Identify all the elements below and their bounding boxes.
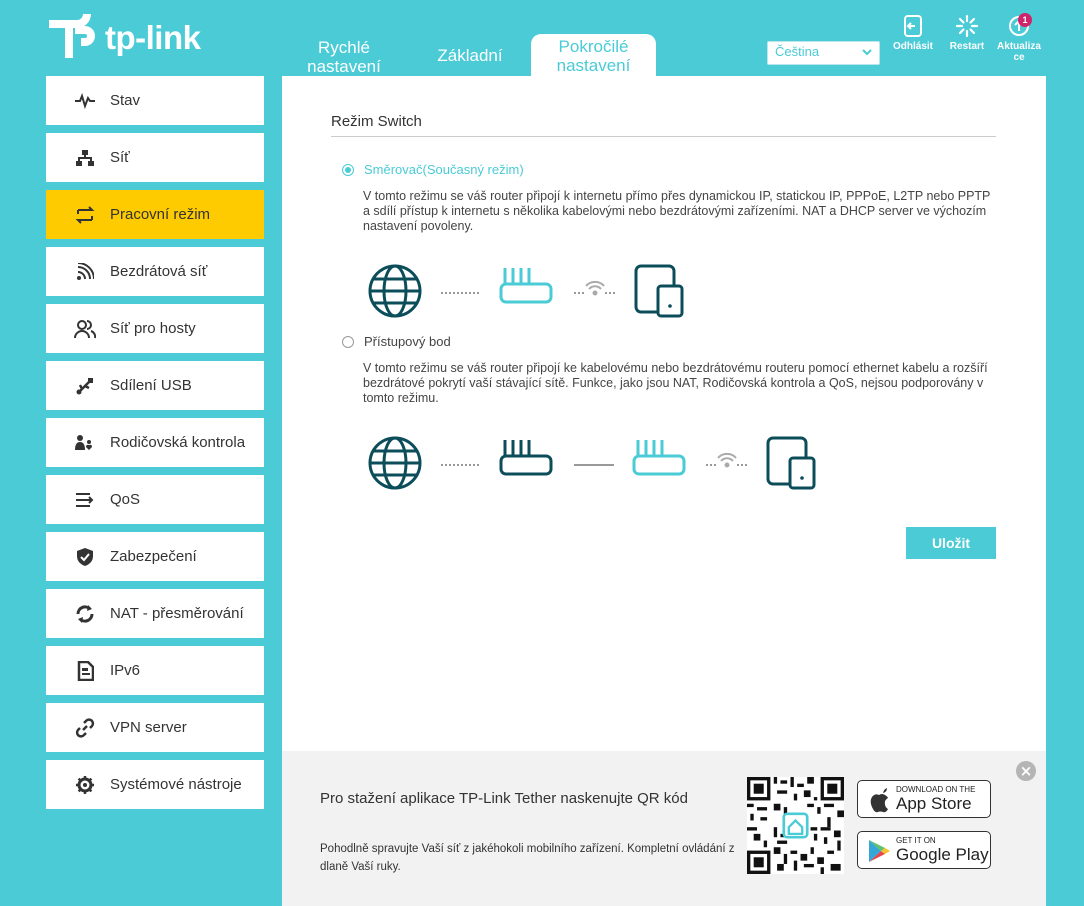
access-point-mode-description: V tomto režimu se váš router připojí ke … xyxy=(363,361,988,405)
sidebar-item-label: Pracovní režim xyxy=(110,206,211,223)
restart-label: Restart xyxy=(949,41,985,52)
sidebar: Stav Síť Pracovní režim Bezdrátová síť S… xyxy=(46,76,264,817)
sidebar-item-qos[interactable]: QoS xyxy=(46,475,264,524)
qr-code xyxy=(747,777,844,874)
sidebar-item-label: Sdílení USB xyxy=(110,377,192,394)
sidebar-item-label: Zabezpečení xyxy=(110,548,197,565)
close-banner-button[interactable]: × xyxy=(1016,761,1036,781)
access-point-router-icon xyxy=(632,440,686,476)
router-mode-diagram xyxy=(368,264,684,318)
parental-icon xyxy=(74,432,96,454)
sidebar-item-vpn-server[interactable]: VPN server xyxy=(46,703,264,752)
mode-access-point-option[interactable]: Přístupový bod xyxy=(342,334,451,349)
sidebar-item-network[interactable]: Síť xyxy=(46,133,264,182)
update-button[interactable]: 1 Aktualiza ce xyxy=(996,13,1042,63)
tp-link-logo: tp-link xyxy=(45,14,201,62)
main-router-icon xyxy=(499,440,553,476)
sidebar-item-security[interactable]: Zabezpečení xyxy=(46,532,264,581)
access-point-mode-diagram xyxy=(368,436,816,490)
activity-icon xyxy=(74,90,96,112)
google-play-icon xyxy=(869,840,890,862)
tab-quick-setup[interactable]: Rychlé nastavení xyxy=(296,38,392,80)
chevron-down-icon xyxy=(862,49,872,56)
shield-icon xyxy=(74,546,96,568)
app-store-button[interactable]: DOWNLOAD ON THE App Store xyxy=(857,780,991,818)
language-select[interactable]: Čeština xyxy=(766,40,881,66)
guests-icon xyxy=(74,318,96,340)
mode-router-option[interactable]: Směrovač(Současný režim) xyxy=(342,162,524,177)
update-label: Aktualiza ce xyxy=(997,41,1041,63)
restart-button[interactable]: Restart xyxy=(944,14,990,52)
sidebar-item-label: Síť pro hosty xyxy=(110,320,196,337)
save-button[interactable]: Uložit xyxy=(906,527,996,559)
sidebar-item-ipv6[interactable]: IPv6 xyxy=(46,646,264,695)
access-point-mode-radio[interactable] xyxy=(342,335,354,348)
sidebar-item-label: Síť xyxy=(110,149,130,166)
language-selected: Čeština xyxy=(775,44,820,59)
switch-arrows-icon xyxy=(74,204,96,226)
logo-text: tp-link xyxy=(105,19,201,56)
router-icon xyxy=(499,268,553,304)
router-mode-radio[interactable] xyxy=(342,163,354,176)
restart-icon xyxy=(955,14,979,38)
sidebar-item-label: VPN server xyxy=(110,719,187,736)
sidebar-item-label: IPv6 xyxy=(110,662,141,679)
sidebar-item-usb-sharing[interactable]: Sdílení USB xyxy=(46,361,264,410)
google-play-label: Google Play xyxy=(896,845,989,864)
google-play-small-text: GET IT ON xyxy=(896,836,936,845)
globe-icon xyxy=(368,264,422,318)
sidebar-item-label: Bezdrátová síť xyxy=(110,263,208,280)
section-divider xyxy=(331,136,996,137)
vpn-link-icon xyxy=(74,717,96,739)
nat-icon xyxy=(74,603,96,625)
sidebar-item-label: Systémové nástroje xyxy=(110,776,242,793)
wifi-signal-icon xyxy=(717,452,737,468)
tp-link-logo-icon xyxy=(49,14,95,58)
tablet-phone-icon xyxy=(766,436,816,490)
section-title: Režim Switch xyxy=(331,113,422,130)
sidebar-item-label: QoS xyxy=(110,491,141,508)
tablet-phone-icon xyxy=(634,264,684,318)
banner-subtitle: Pohodlně spravujte Vaší síť z jakéhokoli… xyxy=(320,843,735,873)
sidebar-item-label: Stav xyxy=(110,92,141,109)
gear-icon xyxy=(74,774,96,796)
wifi-signal-icon xyxy=(585,280,605,296)
apple-icon xyxy=(870,788,888,813)
sidebar-item-system-tools[interactable]: Systémové nástroje xyxy=(46,760,264,809)
logout-button[interactable]: Odhlásit xyxy=(890,14,936,52)
sidebar-item-guest-network[interactable]: Síť pro hosty xyxy=(46,304,264,353)
google-play-button[interactable]: GET IT ON Google Play xyxy=(857,831,991,869)
sidebar-item-wireless[interactable]: Bezdrátová síť xyxy=(46,247,264,296)
router-mode-description: V tomto režimu se váš router připojí k i… xyxy=(363,189,991,233)
app-store-label: App Store xyxy=(896,794,972,813)
banner-title: Pro stažení aplikace TP-Link Tether nask… xyxy=(320,790,688,807)
sidebar-item-operation-mode[interactable]: Pracovní režim xyxy=(46,190,264,239)
app-store-small-text: DOWNLOAD ON THE xyxy=(896,785,976,794)
ipv6-icon xyxy=(74,660,96,682)
wireless-icon xyxy=(74,261,96,283)
sidebar-item-nat-forwarding[interactable]: NAT - přesměrování xyxy=(46,589,264,638)
logout-label: Odhlásit xyxy=(892,41,933,52)
access-point-mode-label: Přístupový bod xyxy=(364,334,451,349)
sidebar-item-status[interactable]: Stav xyxy=(46,76,264,125)
sidebar-item-parental-controls[interactable]: Rodičovská kontrola xyxy=(46,418,264,467)
globe-icon xyxy=(368,436,422,490)
qos-icon xyxy=(74,489,96,511)
update-badge: 1 xyxy=(1018,13,1032,27)
usb-icon xyxy=(74,375,96,397)
logout-icon xyxy=(904,15,922,37)
router-mode-label: Směrovač(Současný režim) xyxy=(364,162,524,177)
network-icon xyxy=(74,147,96,169)
sidebar-item-label: Rodičovská kontrola xyxy=(110,434,246,451)
tether-app-banner: Pro stažení aplikace TP-Link Tether nask… xyxy=(282,751,1046,906)
sidebar-item-label: NAT - přesměrování xyxy=(110,605,244,622)
main-panel: Režim Switch Směrovač(Současný režim) V … xyxy=(282,76,1046,751)
tab-advanced[interactable]: Pokročilé nastavení xyxy=(531,34,656,76)
